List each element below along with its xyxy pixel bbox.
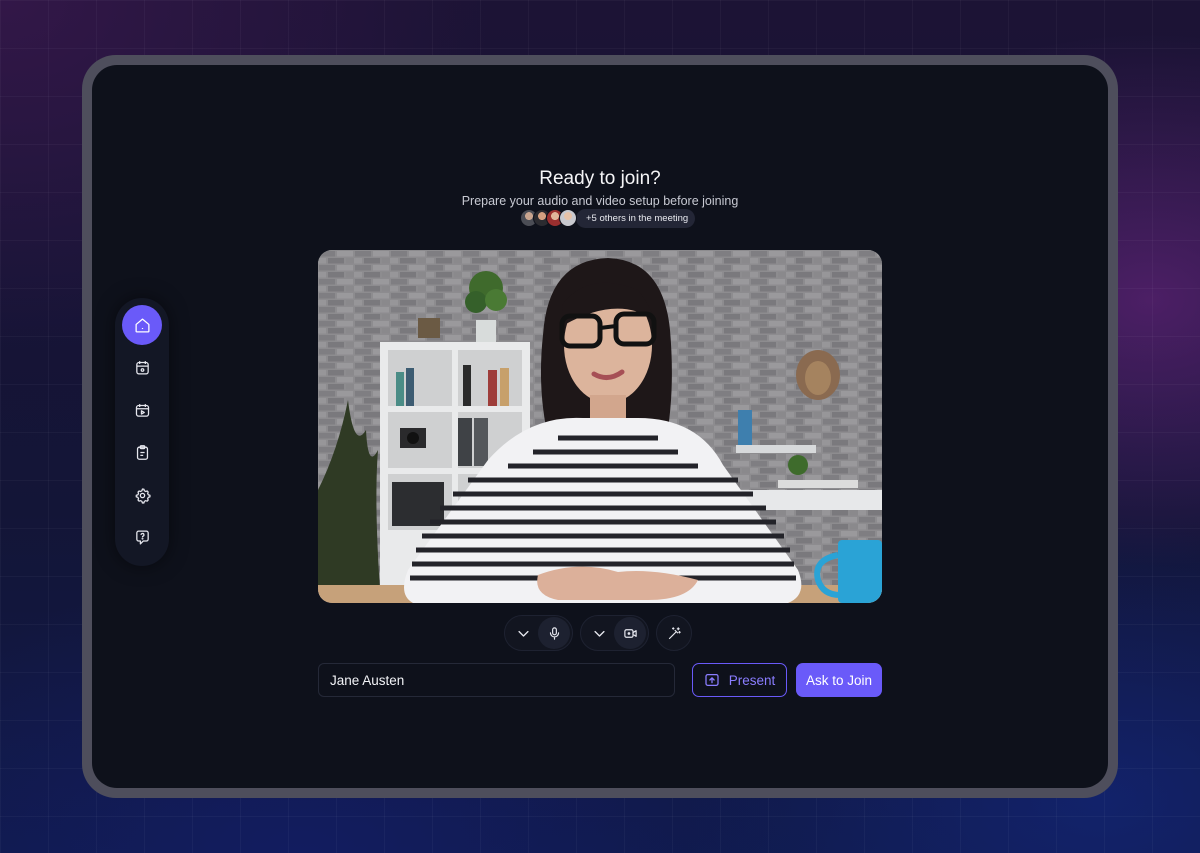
sidebar-item-recordings[interactable] — [122, 390, 162, 430]
present-button[interactable]: Present — [692, 663, 787, 697]
page-subtitle: Prepare your audio and video setup befor… — [461, 194, 739, 208]
chevron-down-icon — [517, 630, 529, 637]
video-calendar-icon — [135, 403, 149, 417]
app-screen: Ready to join? Prepare your audio and vi… — [92, 65, 1108, 788]
page-title: Ready to join? — [539, 168, 661, 189]
chevron-down-icon — [593, 630, 605, 637]
video-options-dropdown[interactable] — [589, 623, 609, 643]
participants-indicator: +5 others in the meeting — [520, 208, 696, 228]
sidebar-item-calendar[interactable] — [122, 348, 162, 388]
media-controls — [504, 615, 692, 651]
sidebar-item-home[interactable] — [122, 305, 162, 345]
sidebar-item-help[interactable] — [122, 518, 162, 558]
participant-avatars — [520, 209, 577, 227]
display-name-input[interactable] — [318, 663, 675, 697]
home-icon — [134, 317, 150, 333]
device-frame: Ready to join? Prepare your audio and vi… — [82, 55, 1118, 798]
sidebar-item-settings[interactable] — [122, 475, 162, 515]
ask-to-join-button[interactable]: Ask to Join — [796, 663, 882, 697]
sidebar — [115, 298, 169, 566]
present-button-label: Present — [728, 672, 776, 688]
clipboard-icon — [136, 445, 148, 460]
camera-toggle-button[interactable] — [614, 617, 646, 649]
avatar — [559, 209, 577, 227]
others-in-meeting-badge: +5 others in the meeting — [576, 208, 696, 228]
effects-button[interactable] — [656, 615, 692, 651]
calendar-icon — [135, 361, 149, 375]
join-header: Ready to join? Prepare your audio and vi… — [92, 167, 1108, 208]
audio-control-group — [504, 615, 573, 651]
upload-screen-icon — [705, 674, 719, 686]
sidebar-item-notes[interactable] — [122, 433, 162, 473]
camera-icon — [623, 628, 637, 638]
microphone-toggle-button[interactable] — [538, 617, 570, 649]
gear-icon — [135, 487, 151, 504]
help-chat-icon — [135, 530, 149, 545]
microphone-icon — [549, 626, 559, 640]
video-control-group — [580, 615, 649, 651]
camera-preview — [318, 250, 882, 603]
camera-preview-image — [318, 250, 882, 603]
magic-wand-icon — [668, 626, 681, 639]
audio-options-dropdown[interactable] — [513, 623, 533, 643]
